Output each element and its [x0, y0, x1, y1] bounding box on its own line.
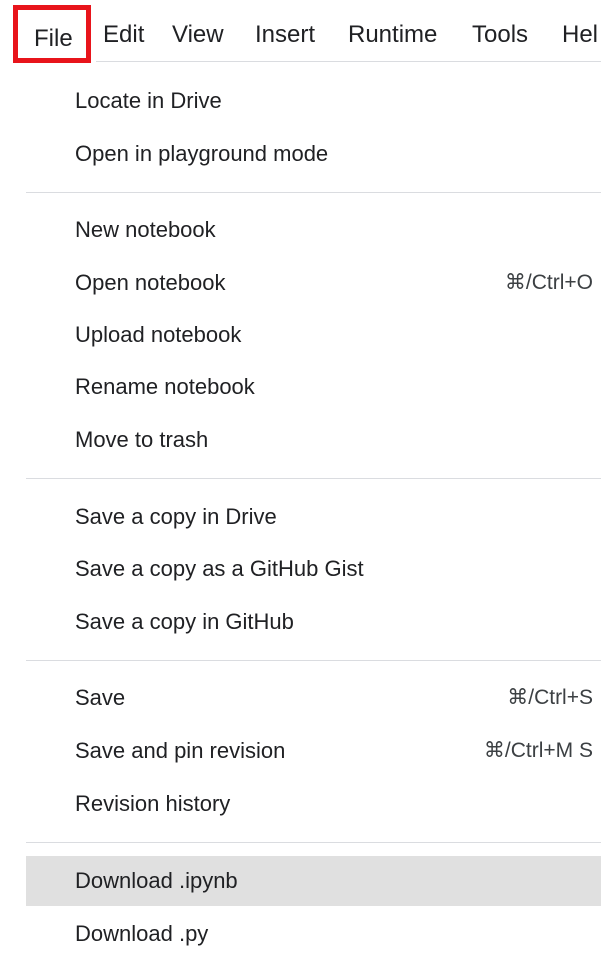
menu-item-save-and-pin-revision[interactable]: Save and pin revision ⌘/Ctrl+M S — [26, 726, 601, 776]
menu-item-new-notebook[interactable]: New notebook — [26, 205, 601, 255]
menu-item-save[interactable]: Save ⌘/Ctrl+S — [26, 673, 601, 723]
menu-item-shortcut: ⌘/Ctrl+S — [507, 686, 593, 709]
menu-item-label: New notebook — [75, 217, 216, 242]
menu-item-download-ipynb[interactable]: Download .ipynb — [26, 856, 601, 906]
menu-item-label: Open notebook — [75, 270, 226, 295]
menu-file[interactable]: File — [13, 5, 91, 63]
file-menu-dropdown: Locate in Drive Open in playground mode … — [26, 66, 601, 946]
menu-separator — [26, 842, 601, 843]
menu-item-save-copy-in-drive[interactable]: Save a copy in Drive — [26, 492, 601, 542]
menu-edit[interactable]: Edit — [103, 20, 144, 50]
menu-item-label: Download .ipynb — [75, 868, 238, 893]
menu-item-shortcut: ⌘/Ctrl+M S — [483, 739, 593, 762]
menu-insert[interactable]: Insert — [255, 20, 315, 50]
menu-item-shortcut: ⌘/Ctrl+O — [504, 271, 593, 294]
menu-tools[interactable]: Tools — [472, 20, 528, 50]
menu-item-upload-notebook[interactable]: Upload notebook — [26, 310, 601, 360]
menu-item-rename-notebook[interactable]: Rename notebook — [26, 362, 601, 412]
menu-item-label: Save a copy as a GitHub Gist — [75, 556, 364, 581]
menu-separator — [26, 192, 601, 193]
menu-item-label: Download .py — [75, 921, 209, 946]
menu-item-open-notebook[interactable]: Open notebook ⌘/Ctrl+O — [26, 258, 601, 308]
menu-help[interactable]: Hel — [562, 20, 598, 50]
menu-item-label: Upload notebook — [75, 322, 242, 347]
menu-item-label: Save and pin revision — [75, 738, 286, 763]
menu-item-save-copy-github-gist[interactable]: Save a copy as a GitHub Gist — [26, 544, 601, 594]
menu-view[interactable]: View — [172, 20, 224, 50]
menu-item-locate-in-drive[interactable]: Locate in Drive — [26, 76, 601, 126]
menubar-divider — [96, 61, 601, 62]
menu-item-label: Revision history — [75, 791, 231, 816]
menu-item-label: Locate in Drive — [75, 88, 222, 113]
menu-item-download-py[interactable]: Download .py — [26, 909, 601, 959]
menu-separator — [26, 660, 601, 661]
menu-item-label: Save — [75, 685, 126, 710]
menu-separator — [26, 478, 601, 479]
menu-item-label: Move to trash — [75, 427, 209, 452]
menu-item-move-to-trash[interactable]: Move to trash — [26, 415, 601, 465]
menu-runtime[interactable]: Runtime — [348, 20, 437, 50]
menu-item-save-copy-in-github[interactable]: Save a copy in GitHub — [26, 597, 601, 647]
menubar: File Edit View Insert Runtime Tools Hel — [0, 0, 601, 66]
menu-item-label: Save a copy in Drive — [75, 504, 277, 529]
menu-item-revision-history[interactable]: Revision history — [26, 779, 601, 829]
menu-item-label: Open in playground mode — [75, 141, 329, 166]
menu-item-open-in-playground-mode[interactable]: Open in playground mode — [26, 129, 601, 179]
menu-item-label: Save a copy in GitHub — [75, 609, 294, 634]
menu-item-label: Rename notebook — [75, 374, 255, 399]
